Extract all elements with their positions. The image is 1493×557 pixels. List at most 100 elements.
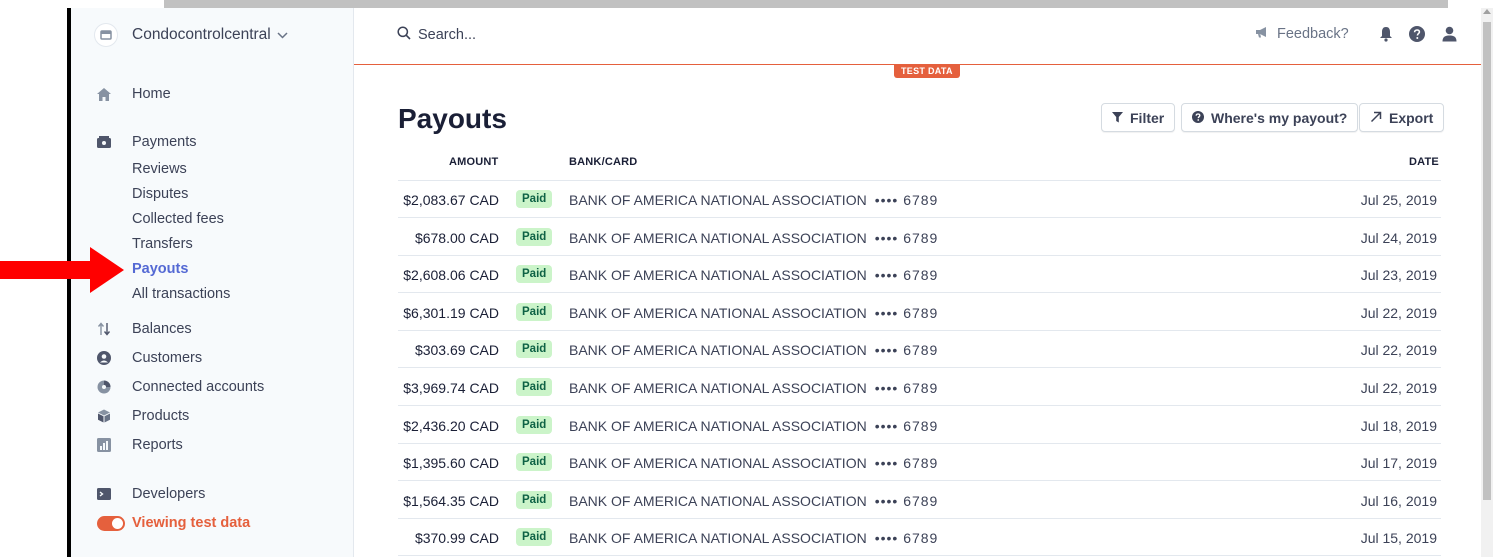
help-icon[interactable] bbox=[1408, 25, 1426, 43]
bank-account: BANK OF AMERICA NATIONAL ASSOCIATION ••••… bbox=[569, 192, 938, 208]
payout-amount: $303.69 CAD bbox=[415, 342, 499, 358]
table-row[interactable]: $6,301.19 CAD Paid BANK OF AMERICA NATIONA… bbox=[398, 294, 1441, 331]
sidebar-item-payments[interactable]: Payments bbox=[97, 134, 196, 150]
sidebar-item-balances[interactable]: Balances bbox=[97, 321, 192, 337]
connected-accounts-icon bbox=[97, 380, 111, 394]
account-last4: •••• 6789 bbox=[874, 304, 939, 321]
amount-value: $3,969.74 bbox=[403, 380, 466, 396]
test-mode-switch[interactable] bbox=[97, 515, 125, 531]
megaphone-icon bbox=[1255, 26, 1277, 42]
status-badge: Paid bbox=[516, 378, 553, 396]
status-badge: Paid bbox=[516, 190, 553, 208]
payout-amount: $2,083.67 CAD bbox=[403, 192, 499, 208]
sidebar-subitem-payouts[interactable]: Payouts bbox=[132, 261, 188, 277]
column-header-amount[interactable]: AMOUNT bbox=[449, 156, 498, 168]
scroll-up-arrow-icon[interactable] bbox=[1483, 9, 1491, 14]
sidebar-item-label: Connected accounts bbox=[132, 379, 265, 395]
test-data-tag: TEST DATA bbox=[894, 65, 960, 78]
table-row[interactable]: $3,969.74 CAD Paid BANK OF AMERICA NATIONA… bbox=[398, 369, 1441, 406]
table-row[interactable]: $678.00 CAD Paid BANK OF AMERICA NATIONAL … bbox=[398, 219, 1441, 256]
account-last4: •••• 6789 bbox=[874, 229, 939, 246]
viewing-test-data-toggle[interactable]: Viewing test data bbox=[97, 515, 250, 531]
status-badge: Paid bbox=[516, 265, 553, 284]
sidebar-item-products[interactable]: Products bbox=[97, 408, 189, 424]
amount-value: $678.00 bbox=[414, 229, 466, 246]
bell-icon[interactable] bbox=[1377, 25, 1395, 43]
column-header-date[interactable]: DATE bbox=[1409, 156, 1439, 168]
payout-date: Jul 16, 2019 bbox=[1360, 492, 1437, 509]
status-badge: Paid bbox=[516, 415, 553, 434]
user-icon[interactable] bbox=[1440, 25, 1458, 43]
status-badge: Paid bbox=[516, 453, 553, 472]
search-placeholder: Search... bbox=[418, 27, 477, 43]
feedback-button[interactable]: Feedback? bbox=[1255, 26, 1349, 42]
account-last4: •••• 6789 bbox=[874, 492, 939, 509]
customers-icon bbox=[97, 351, 111, 365]
filter-label: Filter bbox=[1130, 109, 1165, 126]
table-row[interactable]: $370.99 CAD Paid BANK OF AMERICA NATIONAL … bbox=[398, 519, 1441, 557]
export-button[interactable]: Export bbox=[1359, 103, 1445, 132]
bank-name: BANK OF AMERICA NATIONAL ASSOCIATION bbox=[569, 417, 867, 434]
browser-top-strip bbox=[164, 0, 1448, 8]
amount-value: $303.69 bbox=[414, 342, 466, 359]
table-row[interactable]: $2,436.20 CAD Paid BANK OF AMERICA NATIONA… bbox=[398, 407, 1441, 444]
sidebar-subitem-collected-fees[interactable]: Collected fees bbox=[132, 211, 224, 227]
payout-date: Jul 17, 2019 bbox=[1360, 455, 1437, 472]
amount-currency: CAD bbox=[469, 492, 499, 509]
export-label: Export bbox=[1389, 109, 1434, 126]
account-last4: •••• 6789 bbox=[874, 455, 939, 472]
amount-value: $1,564.35 bbox=[403, 492, 466, 509]
account-logo-icon bbox=[95, 24, 117, 46]
payout-amount: $6,301.19 CAD bbox=[403, 305, 499, 321]
payout-amount: $2,436.20 CAD bbox=[403, 418, 499, 434]
filter-icon bbox=[1112, 110, 1130, 126]
status-badge: Paid bbox=[516, 227, 553, 246]
account-last4: •••• 6789 bbox=[874, 380, 939, 396]
payout-date: Jul 24, 2019 bbox=[1360, 229, 1437, 246]
sidebar-subitem-disputes[interactable]: Disputes bbox=[132, 186, 188, 202]
wheres-my-payout-label: Where's my payout? bbox=[1211, 109, 1348, 126]
table-row[interactable]: $2,608.06 CAD Paid BANK OF AMERICA NATIONA… bbox=[398, 256, 1441, 294]
search-input[interactable]: Search... bbox=[397, 26, 476, 44]
sidebar-item-label: Developers bbox=[132, 486, 206, 502]
sidebar-item-label: Reports bbox=[132, 437, 183, 453]
payout-date: Jul 25, 2019 bbox=[1360, 192, 1437, 208]
table-row[interactable]: $1,395.60 CAD Paid BANK OF AMERICA NATIONA… bbox=[398, 444, 1441, 482]
column-header-bank-card[interactable]: BANK/CARD bbox=[569, 156, 637, 168]
wheres-my-payout-button[interactable]: Where's my payout? bbox=[1181, 103, 1359, 132]
amount-value: $2,436.20 bbox=[403, 417, 466, 434]
bank-account: BANK OF AMERICA NATIONAL ASSOCIATION ••••… bbox=[569, 305, 938, 321]
sidebar-item-home[interactable]: Home bbox=[97, 86, 171, 102]
amount-currency: CAD bbox=[469, 530, 499, 547]
payout-amount: $1,395.60 CAD bbox=[403, 455, 499, 471]
sidebar-item-label: Products bbox=[132, 408, 190, 424]
sidebar-subitem-all-transactions[interactable]: All transactions bbox=[132, 286, 230, 302]
payments-icon bbox=[97, 135, 111, 149]
account-last4: •••• 6789 bbox=[874, 342, 939, 359]
reports-icon bbox=[97, 438, 111, 452]
payout-amount: $370.99 CAD bbox=[415, 530, 499, 546]
sidebar-subitem-reviews[interactable]: Reviews bbox=[132, 161, 187, 177]
amount-currency: CAD bbox=[469, 417, 499, 434]
payout-date: Jul 23, 2019 bbox=[1360, 267, 1437, 284]
bank-name: BANK OF AMERICA NATIONAL ASSOCIATION bbox=[569, 342, 867, 359]
page-title: Payouts bbox=[398, 103, 507, 134]
sidebar-item-reports[interactable]: Reports bbox=[97, 437, 183, 453]
bank-account: BANK OF AMERICA NATIONAL ASSOCIATION ••••… bbox=[569, 493, 938, 509]
account-switcher[interactable]: Condocontrolcentral bbox=[95, 23, 288, 47]
table-row[interactable]: $1,564.35 CAD Paid BANK OF AMERICA NATIONA… bbox=[398, 482, 1441, 519]
sidebar-subitem-transfers[interactable]: Transfers bbox=[132, 236, 193, 252]
balances-icon bbox=[97, 322, 111, 336]
sidebar-item-developers[interactable]: Developers bbox=[97, 486, 205, 502]
sidebar-item-customers[interactable]: Customers bbox=[97, 350, 202, 366]
sidebar-item-connected-accounts[interactable]: Connected accounts bbox=[97, 379, 264, 395]
payout-amount: $2,608.06 CAD bbox=[403, 267, 499, 283]
filter-button[interactable]: Filter bbox=[1101, 103, 1176, 132]
table-row[interactable]: $2,083.67 CAD Paid BANK OF AMERICA NATIONA… bbox=[398, 181, 1441, 218]
payout-amount: $3,969.74 CAD bbox=[403, 380, 499, 396]
table-row[interactable]: $303.69 CAD Paid BANK OF AMERICA NATIONAL … bbox=[398, 331, 1441, 369]
status-badge: Paid bbox=[516, 490, 553, 509]
bank-name: BANK OF AMERICA NATIONAL ASSOCIATION bbox=[569, 530, 867, 547]
scrollbar-thumb[interactable] bbox=[1483, 22, 1491, 500]
amount-currency: CAD bbox=[469, 229, 499, 246]
